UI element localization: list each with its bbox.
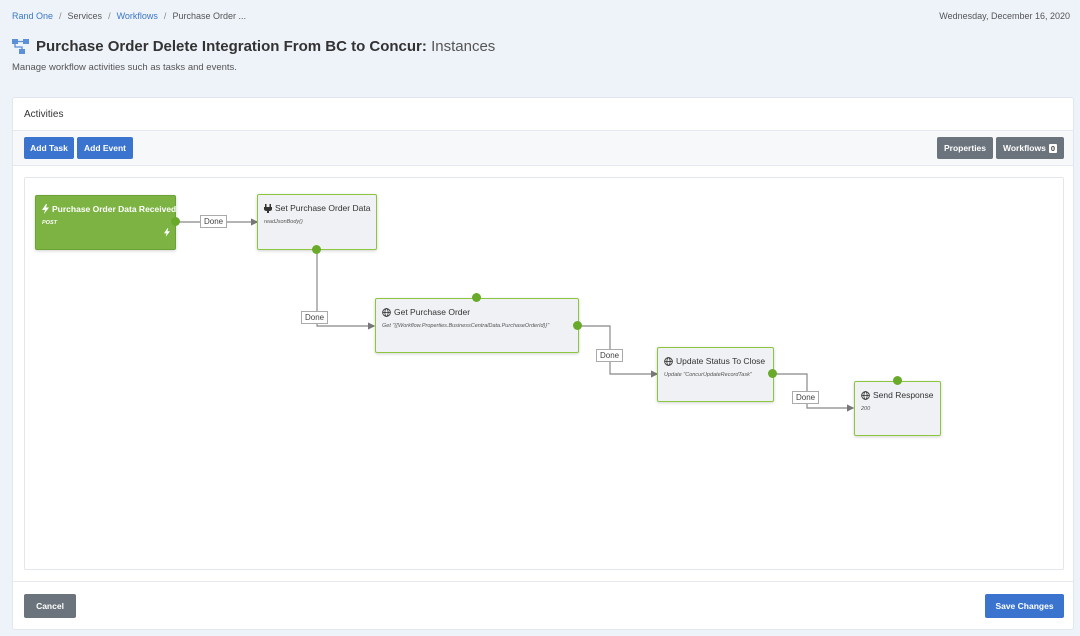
- properties-button[interactable]: Properties: [937, 137, 993, 159]
- add-task-button[interactable]: Add Task: [24, 137, 74, 159]
- node-title: Get Purchase Order: [382, 307, 470, 317]
- workflows-button[interactable]: Workflows 0: [996, 137, 1064, 159]
- node-title-text: Get Purchase Order: [394, 307, 471, 317]
- node-title-text: Purchase Order Data Received: [52, 204, 177, 214]
- save-changes-button[interactable]: Save Changes: [985, 594, 1064, 618]
- workflow-canvas[interactable]: Purchase Order Data Received POST Done S…: [24, 177, 1064, 570]
- output-connector-dot[interactable]: [171, 217, 180, 226]
- globe-icon: [664, 356, 673, 366]
- node-subtitle: Get "{{Workflow.Properties.BusinessCentr…: [382, 323, 550, 329]
- node-send-response[interactable]: Send Response 200: [854, 381, 941, 436]
- node-title: Send Response: [861, 390, 934, 400]
- globe-icon: [382, 307, 391, 317]
- output-connector-dot[interactable]: [312, 245, 321, 254]
- output-connector-dot[interactable]: [573, 321, 582, 330]
- workflows-count-badge: 0: [1048, 143, 1057, 153]
- node-subtitle: Update "ConcurUpdateRecordTask": [664, 372, 752, 378]
- node-subtitle: POST: [42, 220, 57, 226]
- top-bar: Rand One / Services / Workflows / Purcha…: [12, 11, 1070, 25]
- breadcrumb-workflows[interactable]: Workflows: [117, 11, 158, 21]
- workflow-connectors: [177, 218, 855, 412]
- workflows-label: Workflows: [1003, 143, 1046, 153]
- page-title-main: Purchase Order Delete Integration From B…: [36, 38, 427, 55]
- edge-label-done: Done: [301, 311, 329, 324]
- lightning-icon: [164, 228, 170, 237]
- breadcrumb-current: Purchase Order ...: [172, 11, 246, 21]
- input-connector-dot[interactable]: [893, 376, 902, 385]
- node-subtitle: readJsonBody(): [264, 219, 303, 225]
- panel-footer: Cancel Save Changes: [13, 581, 1073, 629]
- current-date: Wednesday, December 16, 2020: [939, 11, 1070, 21]
- node-subtitle: 200: [861, 406, 871, 412]
- page-title: Purchase Order Delete Integration From B…: [36, 38, 495, 55]
- page-header: Purchase Order Delete Integration From B…: [12, 38, 495, 55]
- breadcrumb-separator: /: [59, 11, 62, 21]
- workflow-icon: [12, 38, 29, 54]
- page-subtitle: Manage workflow activities such as tasks…: [12, 62, 237, 73]
- breadcrumb-services: Services: [67, 11, 103, 21]
- input-connector-dot[interactable]: [472, 293, 481, 302]
- breadcrumb-separator: /: [108, 11, 111, 21]
- node-title: Set Purchase Order Data: [264, 203, 370, 213]
- node-purchase-order-data-received[interactable]: Purchase Order Data Received POST: [35, 195, 176, 250]
- breadcrumb: Rand One / Services / Workflows / Purcha…: [12, 11, 1070, 21]
- node-title-text: Set Purchase Order Data: [275, 203, 371, 213]
- page-title-suffix: Instances: [431, 38, 496, 55]
- node-set-purchase-order-data[interactable]: Set Purchase Order Data readJsonBody(): [257, 194, 377, 250]
- globe-icon: [861, 390, 870, 400]
- plug-icon: [264, 203, 272, 213]
- node-title: Update Status To Close: [664, 356, 765, 366]
- activities-panel: Activities Add Task Add Event Properties…: [12, 97, 1074, 630]
- node-update-status-to-close[interactable]: Update Status To Close Update "ConcurUpd…: [657, 347, 774, 402]
- panel-header: Activities: [13, 98, 1073, 131]
- add-event-button[interactable]: Add Event: [77, 137, 133, 159]
- edge-label-done: Done: [792, 391, 820, 404]
- toolbar: Add Task Add Event Properties Workflows …: [13, 131, 1073, 166]
- node-title: Purchase Order Data Received: [42, 204, 176, 214]
- edge-label-done: Done: [200, 215, 228, 228]
- node-title-text: Send Response: [873, 390, 934, 400]
- edge-label-done: Done: [596, 349, 624, 362]
- output-connector-dot[interactable]: [768, 369, 777, 378]
- lightning-icon: [42, 204, 49, 214]
- node-title-text: Update Status To Close: [676, 356, 766, 366]
- breadcrumb-rand-one[interactable]: Rand One: [12, 11, 53, 21]
- cancel-button[interactable]: Cancel: [24, 594, 76, 618]
- breadcrumb-separator: /: [163, 11, 167, 21]
- node-get-purchase-order[interactable]: Get Purchase Order Get "{{Workflow.Prope…: [375, 298, 579, 353]
